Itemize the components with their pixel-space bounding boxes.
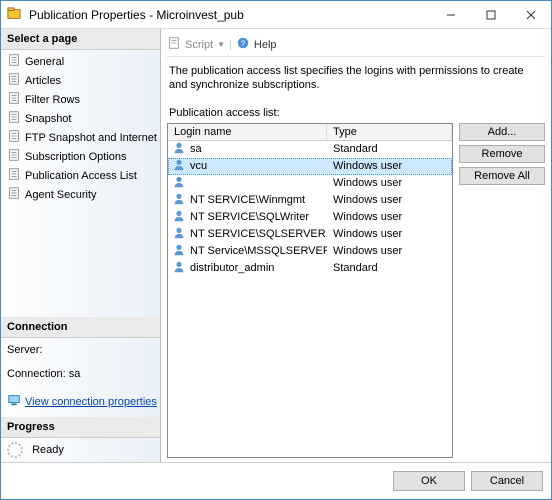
- server-label: Server:: [7, 344, 154, 356]
- type-cell: Windows user: [327, 160, 452, 172]
- help-icon: ?: [236, 36, 250, 53]
- type-cell: Windows user: [327, 177, 452, 189]
- titlebar: Publication Properties - Microinvest_pub: [1, 1, 551, 29]
- sidebar-item[interactable]: Articles: [7, 71, 160, 90]
- svg-text:?: ?: [241, 40, 246, 49]
- description-text: The publication access list specifies th…: [167, 57, 545, 101]
- sidebar-item-label: General: [25, 56, 64, 68]
- connection-header: Connection: [1, 317, 160, 338]
- page-icon: [7, 148, 21, 165]
- sidebar-item[interactable]: General: [7, 52, 160, 71]
- sidebar-item[interactable]: Snapshot: [7, 109, 160, 128]
- login-cell: sa: [190, 143, 202, 155]
- type-cell: Standard: [327, 143, 452, 155]
- page-icon: [7, 167, 21, 184]
- select-page-header: Select a page: [1, 29, 160, 50]
- connection-label: Connection: sa: [7, 368, 154, 380]
- type-cell: Standard: [327, 262, 452, 274]
- table-row[interactable]: NT SERVICE\SQLSERVER...Windows user: [168, 226, 452, 243]
- table-row[interactable]: NT Service\MSSQLSERVERWindows user: [168, 243, 452, 260]
- table-row[interactable]: Windows user: [168, 175, 452, 192]
- toolbar: Script ▼ | ? Help: [167, 33, 545, 57]
- footer: OK Cancel: [1, 462, 551, 499]
- user-icon: [172, 260, 186, 277]
- table-row[interactable]: NT SERVICE\Winmgmt Windows user: [168, 192, 452, 209]
- sidebar: Select a page General Articles Filter Rows…: [1, 29, 161, 462]
- list-label: Publication access list:: [167, 101, 545, 123]
- access-list[interactable]: Login name Type sa Standard vcu Windows use…: [167, 123, 453, 459]
- ok-button[interactable]: OK: [393, 471, 465, 491]
- progress-spinner-icon: [7, 442, 23, 458]
- user-icon: [172, 226, 186, 243]
- login-cell: vcu: [190, 160, 207, 172]
- window-title: Publication Properties - Microinvest_pub: [29, 8, 431, 22]
- progress-status: Ready: [32, 444, 64, 456]
- sidebar-item[interactable]: Publication Access List: [7, 166, 160, 185]
- user-icon: [172, 243, 186, 260]
- connection-icon: [7, 393, 21, 410]
- user-icon: [172, 158, 186, 175]
- col-login[interactable]: Login name: [168, 124, 327, 140]
- sidebar-item-label: Agent Security: [25, 189, 97, 201]
- col-type[interactable]: Type: [327, 124, 452, 140]
- type-cell: Windows user: [327, 194, 452, 206]
- type-cell: Windows user: [327, 245, 452, 257]
- sidebar-item-label: Filter Rows: [25, 94, 80, 106]
- user-icon: [172, 175, 186, 192]
- maximize-button[interactable]: [471, 1, 511, 28]
- login-cell: NT Service\MSSQLSERVER: [190, 245, 327, 257]
- cancel-button[interactable]: Cancel: [471, 471, 543, 491]
- remove-all-button[interactable]: Remove All: [459, 167, 545, 185]
- script-button[interactable]: Script: [185, 39, 213, 51]
- table-row[interactable]: NT SERVICE\SQLWriter Windows user: [168, 209, 452, 226]
- login-cell: NT SERVICE\SQLSERVER...: [190, 228, 327, 240]
- table-row[interactable]: vcu Windows user: [168, 158, 452, 175]
- page-icon: [7, 91, 21, 108]
- table-row[interactable]: sa Standard: [168, 141, 452, 158]
- sidebar-item[interactable]: FTP Snapshot and Internet: [7, 128, 160, 147]
- page-icon: [7, 72, 21, 89]
- user-icon: [172, 209, 186, 226]
- help-button[interactable]: Help: [254, 39, 277, 51]
- sidebar-item[interactable]: Agent Security: [7, 185, 160, 204]
- view-connection-link[interactable]: View connection properties: [25, 396, 157, 408]
- page-icon: [7, 186, 21, 203]
- app-icon: [7, 7, 23, 23]
- table-row[interactable]: distributor_admin Standard: [168, 260, 452, 277]
- sidebar-item-label: Snapshot: [25, 113, 71, 125]
- sidebar-item-label: FTP Snapshot and Internet: [25, 132, 157, 144]
- page-icon: [7, 110, 21, 127]
- close-button[interactable]: [511, 1, 551, 28]
- sidebar-item-label: Articles: [25, 75, 61, 87]
- sidebar-item[interactable]: Filter Rows: [7, 90, 160, 109]
- sidebar-item-label: Subscription Options: [25, 151, 127, 163]
- sidebar-item[interactable]: Subscription Options: [7, 147, 160, 166]
- type-cell: Windows user: [327, 228, 452, 240]
- user-icon: [172, 192, 186, 209]
- minimize-button[interactable]: [431, 1, 471, 28]
- script-dropdown-icon[interactable]: ▼: [217, 40, 225, 49]
- add-button[interactable]: Add...: [459, 123, 545, 141]
- remove-button[interactable]: Remove: [459, 145, 545, 163]
- login-cell: distributor_admin: [190, 262, 274, 274]
- progress-header: Progress: [1, 417, 160, 438]
- login-cell: NT SERVICE\SQLWriter: [190, 211, 309, 223]
- script-icon: [167, 36, 181, 53]
- user-icon: [172, 141, 186, 158]
- page-icon: [7, 129, 21, 146]
- sidebar-item-label: Publication Access List: [25, 170, 137, 182]
- main-panel: Script ▼ | ? Help The publication access…: [161, 29, 551, 462]
- page-icon: [7, 53, 21, 70]
- type-cell: Windows user: [327, 211, 452, 223]
- login-cell: NT SERVICE\Winmgmt: [190, 194, 305, 206]
